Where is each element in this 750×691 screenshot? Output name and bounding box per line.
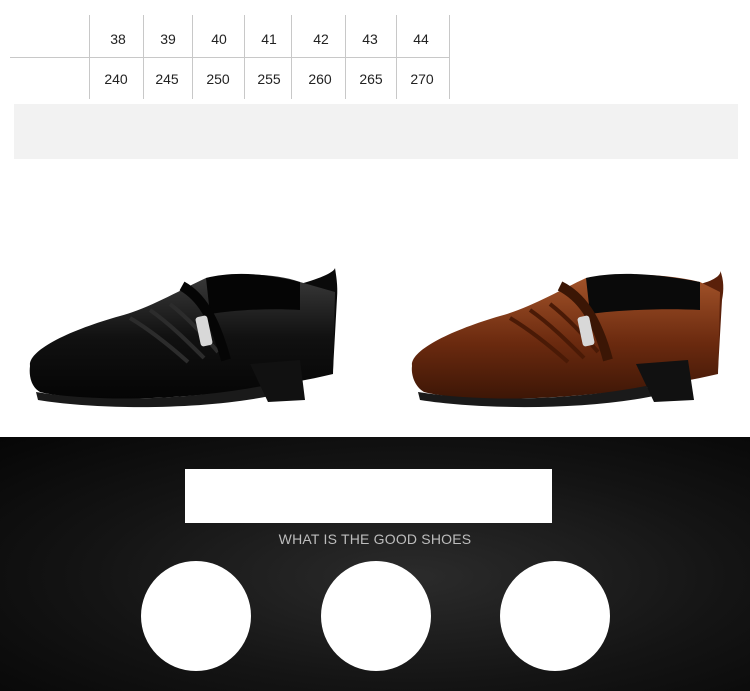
banner-tagline: WHAT IS THE GOOD SHOES	[278, 531, 472, 547]
table-gridline	[89, 15, 90, 99]
banner-title-box	[185, 469, 552, 523]
size-length-cell: 240	[104, 71, 128, 87]
brown-shoe-image	[411, 270, 724, 408]
table-divider	[10, 57, 450, 58]
size-eu-cell: 42	[313, 31, 329, 47]
size-length-cell: 255	[257, 71, 281, 87]
feature-circle	[500, 561, 610, 671]
black-shoe-image	[29, 268, 338, 408]
size-eu-cell: 41	[261, 31, 277, 47]
size-length-cell: 250	[206, 71, 230, 87]
dark-feature-banner: WHAT IS THE GOOD SHOES	[0, 437, 750, 691]
gray-banner-strip	[14, 104, 738, 159]
feature-circle	[321, 561, 431, 671]
size-chart-table: 38 39 40 41 42 43 44 240 245 250 255 260…	[0, 0, 750, 100]
size-eu-cell: 43	[362, 31, 378, 47]
size-length-cell: 245	[155, 71, 179, 87]
feature-circle	[141, 561, 251, 671]
size-eu-cell: 38	[110, 31, 126, 47]
size-eu-cell: 44	[413, 31, 429, 47]
size-length-cell: 270	[410, 71, 434, 87]
size-length-cell: 260	[308, 71, 332, 87]
table-gridline	[449, 15, 450, 99]
size-length-cell: 265	[359, 71, 383, 87]
size-eu-cell: 40	[211, 31, 227, 47]
size-eu-cell: 39	[160, 31, 176, 47]
product-photo	[29, 268, 724, 408]
